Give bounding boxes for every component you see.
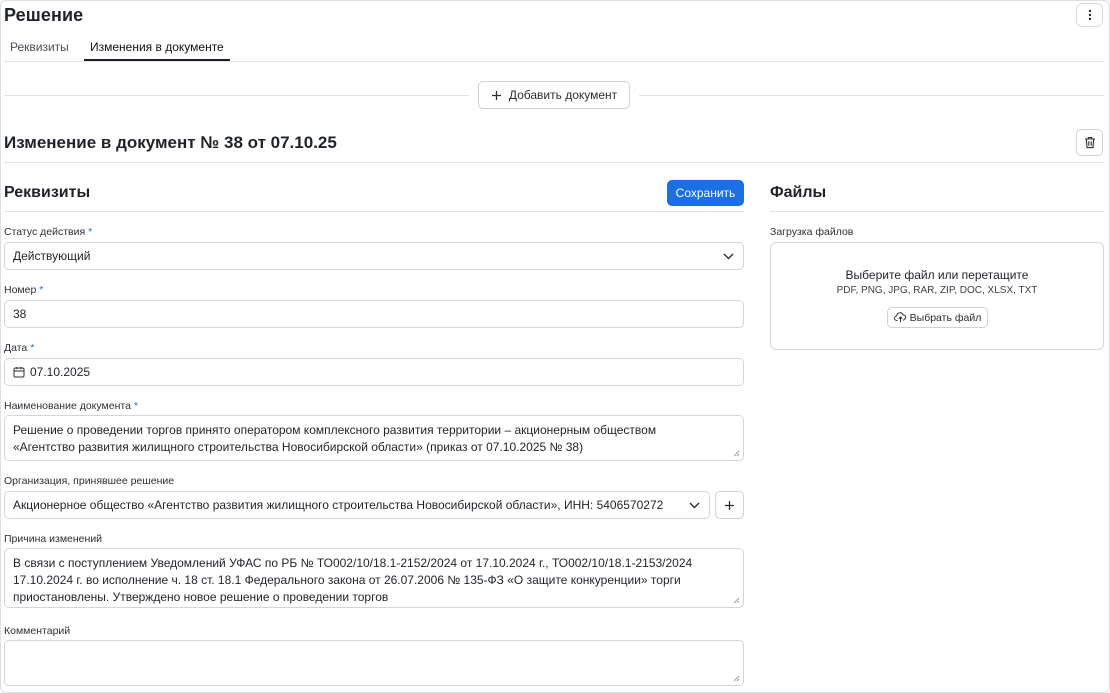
number-label: Номер * — [4, 284, 43, 296]
add-document-label: Добавить документ — [508, 88, 618, 102]
date-label: Дата * — [4, 342, 34, 354]
status-select[interactable]: Действующий — [4, 242, 744, 270]
doc-name-label-text: Наименование документа — [4, 400, 131, 412]
allowed-formats: PDF, PNG, JPG, RAR, ZIP, DOC, XLSX, TXT — [836, 285, 1038, 296]
save-button[interactable]: Сохранить — [667, 180, 744, 206]
required-mark: * — [133, 400, 138, 412]
resize-handle-icon[interactable] — [732, 449, 740, 457]
number-value: 38 — [13, 307, 27, 321]
organization-select[interactable]: Акционерное общество «Агентство развития… — [4, 491, 710, 519]
more-options-button[interactable] — [1076, 3, 1103, 27]
tab-bar: Реквизиты Изменения в документе — [4, 38, 1104, 62]
divider — [770, 211, 1104, 212]
status-label-text: Статус действия — [4, 226, 86, 238]
dropzone-title: Выберите файл или перетащите — [845, 268, 1029, 282]
text-line: приостановлены. Утверждено новое решение… — [13, 590, 389, 604]
text-line: «Агентство развития жилищного строительс… — [13, 440, 584, 454]
date-value: 07.10.2025 — [30, 365, 91, 379]
number-input[interactable]: 38 — [4, 300, 744, 328]
requisites-title: Реквизиты — [4, 184, 91, 201]
required-mark: * — [39, 284, 44, 296]
add-organization-button[interactable] — [715, 491, 744, 519]
reason-textarea[interactable]: В связи с поступлением Уведомлений УФАС … — [4, 548, 744, 608]
status-label: Статус действия * — [4, 226, 92, 238]
divider — [4, 95, 469, 96]
comment-label: Комментарий — [4, 625, 71, 637]
change-title: Изменение в документ № 38 от 07.10.25 — [4, 133, 337, 152]
status-value: Действующий — [13, 249, 91, 263]
resize-handle-icon[interactable] — [732, 596, 740, 604]
trash-icon — [1084, 136, 1095, 149]
required-mark: * — [30, 342, 35, 354]
more-vertical-icon — [1088, 9, 1091, 21]
cloud-upload-icon — [893, 312, 906, 322]
organization-value: Акционерное общество «Агентство развития… — [13, 498, 664, 512]
delete-button[interactable] — [1076, 129, 1103, 156]
text-line: 17.10.2024 г. во исполнение ч. 18 ст. 18… — [13, 573, 681, 587]
window-frame: Решение Реквизиты Изменения в документе … — [0, 0, 1110, 693]
required-mark: * — [88, 226, 93, 238]
choose-file-label: Выбрать файл — [909, 311, 982, 324]
file-dropzone[interactable]: Выберите файл или перетащите PDF, PNG, J… — [770, 242, 1104, 350]
calendar-icon — [13, 367, 25, 378]
doc-name-label: Наименование документа * — [4, 400, 138, 412]
chevron-down-icon — [723, 253, 734, 260]
reason-text: В связи с поступлением Уведомлений УФАС … — [13, 555, 721, 606]
files-title: Файлы — [770, 184, 827, 201]
tab-requisites[interactable]: Реквизиты — [10, 38, 69, 61]
text-line: В связи с поступлением Уведомлений УФАС … — [13, 556, 693, 570]
resize-handle-icon[interactable] — [732, 674, 740, 682]
choose-file-button[interactable]: Выбрать файл — [887, 307, 988, 328]
page-title: Решение — [4, 5, 84, 25]
reason-label: Причина изменений — [4, 533, 103, 545]
number-label-text: Номер — [4, 284, 37, 296]
doc-name-text: Решение о проведении торгов принято опер… — [13, 422, 721, 456]
doc-name-textarea[interactable]: Решение о проведении торгов принято опер… — [4, 415, 744, 461]
text-line: Решение о проведении торгов принято опер… — [13, 423, 657, 437]
plus-icon — [491, 90, 501, 100]
comment-textarea[interactable] — [4, 640, 744, 686]
divider — [639, 95, 1104, 96]
tab-document-changes[interactable]: Изменения в документе — [84, 38, 230, 61]
date-label-text: Дата — [4, 342, 28, 354]
chevron-down-icon — [689, 502, 700, 509]
plus-icon — [725, 500, 734, 510]
upload-label: Загрузка файлов — [770, 226, 854, 238]
divider — [4, 162, 1104, 163]
date-input[interactable]: 07.10.2025 — [4, 358, 744, 386]
organization-label: Организация, принявшее решение — [4, 475, 175, 487]
add-document-button[interactable]: Добавить документ — [478, 81, 630, 109]
divider — [4, 211, 744, 212]
